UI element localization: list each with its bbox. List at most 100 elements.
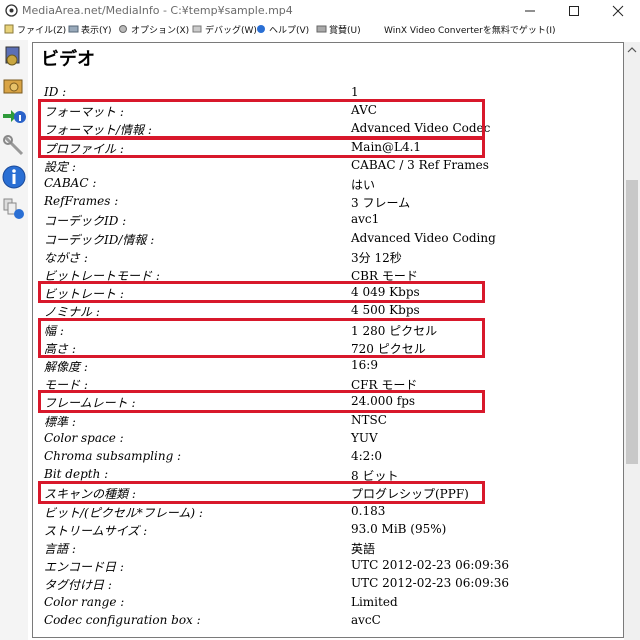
settings-button[interactable]	[1, 133, 27, 159]
close-button[interactable]	[596, 0, 640, 22]
export-button[interactable]	[1, 103, 27, 129]
property-label: ID :	[44, 85, 67, 99]
file-icon	[4, 24, 15, 34]
menu-file[interactable]: ファイル(Z)	[4, 24, 66, 39]
property-row: タグ付け日 : UTC 2012-02-23 06:09:36	[33, 575, 623, 593]
property-label: Bit depth :	[44, 467, 109, 482]
property-label: 言語 :	[44, 542, 76, 556]
menu-praise-label: 賞賛(U)	[329, 26, 361, 36]
property-row: RefFrames : 3 フレーム	[33, 193, 623, 211]
property-label: Codec configuration box :	[44, 612, 201, 627]
title-bar: MediaArea.net/MediaInfo - C:¥temp¥sample…	[0, 0, 640, 22]
menu-winx-offer[interactable]: WinX Video Converterを無料でゲット(I)	[384, 24, 556, 39]
open-folder-button[interactable]	[1, 73, 27, 99]
property-value: 1	[351, 85, 359, 99]
property-label: Color space :	[44, 430, 124, 445]
property-label: 解像度 :	[44, 360, 88, 374]
property-label: エンコード日 :	[44, 560, 124, 575]
scrollbar-thumb[interactable]	[626, 180, 638, 464]
knowledge-base-icon	[3, 198, 24, 219]
close-icon	[612, 5, 624, 17]
highlight-box	[38, 281, 485, 304]
property-label: ストリームサイズ :	[44, 523, 148, 538]
menu-debug[interactable]: デバッグ(W)	[192, 24, 257, 39]
vertical-scrollbar[interactable]	[624, 42, 640, 640]
property-row: ビット/(ピクセル*フレーム) : 0.183	[33, 503, 623, 521]
property-label: Color range :	[44, 594, 125, 609]
settings-icon	[3, 135, 24, 156]
property-value: avcC	[351, 612, 381, 627]
property-value: 3分 12秒	[351, 250, 402, 265]
menu-view-label: 表示(Y)	[81, 26, 112, 36]
property-value: Limited	[351, 594, 398, 609]
property-label: タグ付け日 :	[44, 578, 112, 593]
menu-bar: ファイル(Z) 表示(Y) オプション(X) デバッグ(W) ヘルプ(V) 賞賛…	[0, 22, 640, 40]
property-row: Color space : YUV	[33, 430, 623, 448]
property-row: コーデックID : avc1	[33, 211, 623, 229]
property-row: CABAC : はい	[33, 175, 623, 193]
view-icon	[68, 24, 79, 34]
section-title-video: ビデオ	[41, 49, 95, 70]
property-value: Advanced Video Coding	[351, 230, 496, 245]
property-value: 4:2:0	[351, 449, 382, 463]
property-row: 設定 : CABAC / 3 Ref Frames	[33, 157, 623, 175]
property-row: 解像度 : 16:9	[33, 357, 623, 375]
property-row: 標準 : NTSC	[33, 412, 623, 430]
export-icon	[3, 110, 26, 123]
menu-help-label: ヘルプ(V)	[269, 26, 310, 36]
scroll-up-button[interactable]	[624, 42, 640, 58]
property-label: ビット/(ピクセル*フレーム) :	[44, 505, 203, 520]
property-label: ながさ :	[44, 250, 88, 265]
property-row: ストリームサイズ : 93.0 MiB (95%)	[33, 521, 623, 539]
menu-options[interactable]: オプション(X)	[118, 24, 189, 39]
menu-view[interactable]: 表示(Y)	[68, 24, 112, 39]
minimize-icon	[525, 10, 535, 12]
menu-winx-offer-label: WinX Video Converterを無料でゲット(I)	[384, 26, 556, 36]
menu-praise[interactable]: 賞賛(U)	[316, 24, 361, 39]
property-value: 16:9	[351, 358, 378, 372]
property-label: CABAC :	[44, 176, 97, 190]
property-value: NTSC	[351, 412, 387, 427]
property-row: コーデックID/情報 : Advanced Video Coding	[33, 230, 623, 248]
open-file-icon	[5, 46, 20, 66]
property-value: はい	[351, 178, 376, 192]
highlight-box	[38, 481, 485, 504]
highlight-box	[38, 317, 485, 358]
property-value: 英語	[351, 542, 376, 556]
info-button[interactable]	[1, 164, 27, 190]
menu-help[interactable]: ヘルプ(V)	[256, 24, 309, 39]
menu-debug-label: デバッグ(W)	[205, 26, 257, 36]
info-panel: ビデオ ID :1 フォーマット : AVC フォーマット/情報 : Advanced …	[32, 42, 624, 638]
highlight-box	[38, 135, 485, 158]
property-value: 3 フレーム	[351, 196, 411, 211]
property-label: 設定 :	[44, 159, 76, 174]
chevron-up-icon	[627, 47, 637, 53]
property-value: UTC 2012-02-23 06:09:36	[351, 576, 510, 591]
minimize-button[interactable]	[508, 0, 552, 22]
knowledge-base-button[interactable]	[1, 195, 27, 221]
property-label: 標準 :	[44, 414, 76, 429]
window-title: MediaArea.net/MediaInfo - C:¥temp¥sample…	[22, 4, 293, 17]
property-row: エンコード日 : UTC 2012-02-23 06:09:36	[33, 557, 623, 575]
property-value: 93.0 MiB (95%)	[351, 521, 447, 536]
property-label: コーデックID/情報 :	[44, 232, 155, 247]
property-value: UTC 2012-02-23 06:09:36	[351, 558, 510, 573]
property-row: Color range : Limited	[33, 594, 623, 612]
property-value: CABAC / 3 Ref Frames	[351, 157, 489, 172]
property-label: コーデックID :	[44, 214, 127, 229]
property-row: 言語 : 英語	[33, 539, 623, 557]
debug-icon	[192, 24, 203, 34]
property-value: avc1	[351, 212, 380, 227]
maximize-button[interactable]	[552, 0, 596, 22]
menu-options-label: オプション(X)	[131, 26, 190, 36]
property-row: Codec configuration box : avcC	[33, 612, 623, 630]
property-value: YUV	[351, 430, 378, 445]
open-file-button[interactable]	[1, 43, 27, 69]
praise-icon	[316, 24, 327, 34]
property-label: RefFrames :	[44, 194, 119, 209]
property-value: 4 500 Kbps	[351, 303, 420, 318]
property-label: Chroma subsampling :	[44, 449, 182, 463]
property-row: Chroma subsampling : 4:2:0	[33, 448, 623, 466]
maximize-icon	[569, 6, 579, 16]
menu-file-label: ファイル(Z)	[17, 26, 67, 36]
